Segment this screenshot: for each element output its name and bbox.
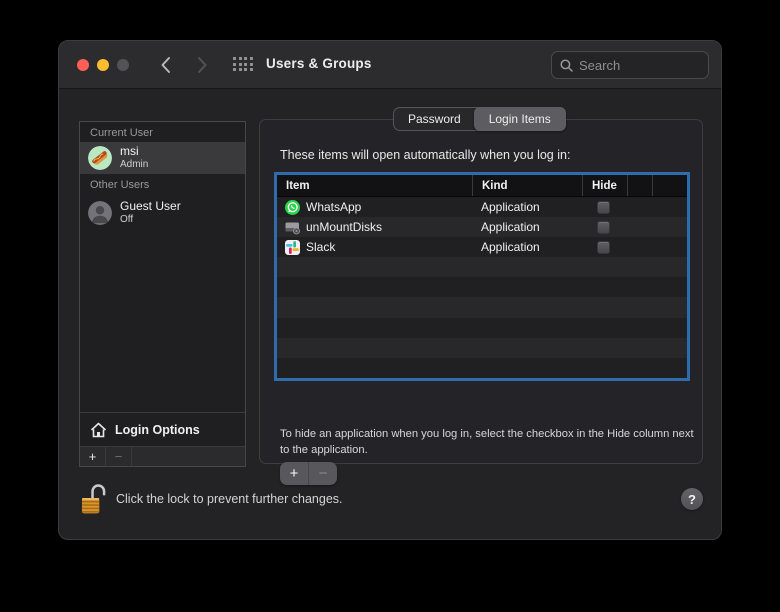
help-button[interactable]: ?: [681, 488, 703, 510]
drive-icon: [285, 222, 300, 235]
search-placeholder: Search: [579, 57, 621, 73]
whatsapp-icon: [285, 199, 300, 215]
traffic-lights: [77, 59, 129, 71]
hide-checkbox[interactable]: [597, 200, 610, 214]
hide-checkbox[interactable]: [597, 240, 610, 254]
sidebar-item-login-options[interactable]: Login Options: [80, 412, 245, 446]
login-item-kind: Application: [481, 240, 540, 255]
login-items-table[interactable]: Item Kind Hide WhatsApp Application unMo…: [274, 172, 690, 381]
current-user-label: Current User: [90, 127, 153, 139]
table-header: Item Kind Hide: [277, 175, 687, 197]
chevron-left-icon: [161, 57, 170, 73]
empty-row: [277, 297, 687, 318]
guest-user-text: Guest User Off: [120, 199, 181, 226]
back-button[interactable]: [154, 54, 176, 76]
forward-button: [191, 54, 213, 76]
table-row[interactable]: WhatsApp Application: [277, 197, 687, 218]
column-header-hide[interactable]: Hide: [582, 175, 627, 196]
current-user-name: msi: [120, 144, 139, 159]
hotdog-avatar: [88, 146, 112, 170]
empty-row: [277, 257, 687, 278]
column-header-empty-2: [652, 175, 687, 196]
tab-login-items[interactable]: Login Items: [473, 107, 566, 131]
unlocked-lock-icon[interactable]: [81, 482, 106, 516]
column-header-kind[interactable]: Kind: [472, 175, 582, 196]
page-title: Users & Groups: [266, 56, 372, 71]
guest-user-name: Guest User: [120, 199, 181, 214]
column-header-item[interactable]: Item: [277, 175, 472, 196]
home-icon: [90, 422, 107, 437]
add-user-button[interactable]: +: [80, 447, 106, 466]
title-bar: Users & Groups Search: [59, 41, 721, 89]
empty-row: [277, 357, 687, 378]
intro-text: These items will open automatically when…: [280, 148, 571, 162]
hide-helper-text: To hide an application when you log in, …: [280, 428, 694, 457]
login-item-name: WhatsApp: [306, 200, 362, 215]
minimize-button[interactable]: [97, 59, 109, 71]
tab-password[interactable]: Password: [394, 108, 475, 130]
sidebar-add-remove-strip: + −: [80, 446, 245, 466]
remove-user-button[interactable]: −: [106, 447, 132, 466]
zoom-button-disabled: [117, 59, 129, 71]
sidebar-item-guest-user[interactable]: Guest User Off: [80, 194, 245, 232]
current-user-text: msi Admin: [120, 144, 149, 171]
show-all-grid-icon[interactable]: [233, 57, 253, 71]
slack-icon: [285, 239, 300, 255]
guest-avatar: [88, 201, 112, 225]
login-item-kind: Application: [481, 200, 540, 215]
table-row[interactable]: Slack Application: [277, 237, 687, 258]
tab-bar: Password Login Items: [393, 107, 566, 131]
login-items-panel: These items will open automatically when…: [259, 119, 703, 485]
chevron-right-icon: [197, 57, 206, 73]
search-input[interactable]: Search: [551, 51, 709, 79]
users-groups-window: Users & Groups Search Current User msi A…: [58, 40, 722, 540]
empty-row: [277, 337, 687, 358]
search-icon: [560, 58, 573, 72]
close-button[interactable]: [77, 59, 89, 71]
lock-message: Click the lock to prevent further change…: [116, 492, 343, 506]
footer: Click the lock to prevent further change…: [81, 477, 703, 521]
login-item-kind: Application: [481, 220, 540, 235]
sidebar-item-current-user[interactable]: msi Admin: [80, 142, 245, 174]
guest-user-status: Off: [120, 214, 134, 226]
other-users-label: Other Users: [90, 179, 150, 191]
login-options-label: Login Options: [115, 422, 200, 437]
user-list-sidebar: Current User msi Admin Other Users Guest…: [79, 121, 246, 467]
login-item-name: unMountDisks: [306, 220, 383, 235]
hide-checkbox[interactable]: [597, 220, 610, 234]
table-row[interactable]: unMountDisks Application: [277, 217, 687, 238]
current-user-role: Admin: [120, 159, 149, 171]
column-header-empty-1: [627, 175, 652, 196]
empty-row: [277, 277, 687, 298]
empty-row: [277, 317, 687, 338]
login-item-name: Slack: [306, 240, 336, 255]
